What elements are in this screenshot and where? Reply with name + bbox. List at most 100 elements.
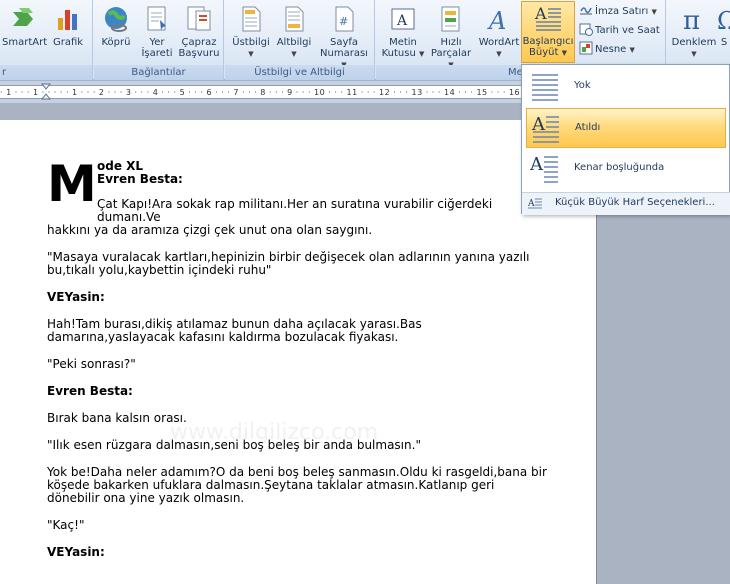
imza-label: İmza Satırı (595, 6, 649, 17)
horizontal-ruler[interactable]: · 1 · · · 1 · · · · · 1 · · · 2 · · · 3 … (0, 81, 540, 103)
svg-text:#: # (339, 15, 348, 28)
group-links: Köprü Yer İşareti Çapraz Başvuru Bağlant… (94, 0, 224, 80)
wordart-dropdown-caret-icon: ▼ (496, 50, 502, 58)
doc-para6: "Ilık esen rüzgara dalmasın,seni boş bel… (47, 438, 421, 452)
dropcap-option-yok-label: Yok (574, 80, 591, 91)
svg-text:A: A (487, 7, 506, 34)
indent-marker-icon[interactable] (41, 83, 51, 101)
ustbilgi-button[interactable]: Üstbilgi ▼ (229, 2, 273, 60)
altbilgi-button[interactable]: Altbilgi ▼ (273, 2, 315, 60)
ruler-scale: · 1 · · · 1 · · · · · 1 · · · 2 · · · 3 … (0, 85, 540, 99)
altbilgi-dropdown-caret-icon: ▼ (291, 50, 297, 58)
symbol-omega-icon: Ω (717, 7, 730, 34)
group-header-footer-label: Üstbilgi ve Altbilgi (225, 65, 374, 80)
smartart-icon (13, 8, 33, 26)
drop-cap-letter: M (47, 155, 97, 213)
yer-isareti-button[interactable]: Yer İşareti (138, 2, 176, 59)
hizli-parcalar-button[interactable]: Hızlı Parçalar ▼ (428, 2, 474, 71)
nesne-label: Nesne (595, 44, 627, 55)
ustbilgi-dropdown-caret-icon: ▼ (248, 50, 254, 58)
denklem-label: Denklem (671, 37, 717, 48)
dropcap-options-menu-item[interactable]: A Küçük Büyük Harf Seçenekleri... (522, 193, 730, 215)
svg-text:Ω: Ω (717, 7, 730, 34)
doc-para1-rest: hakkını ya da aramıza çizgi çek unut ona… (47, 223, 373, 237)
grafik-label: Grafik (52, 37, 84, 48)
wordart-icon: A (487, 7, 506, 34)
simge-label: S (720, 37, 728, 48)
denklem-button[interactable]: π Denklem ▼ (671, 2, 717, 60)
signature-line-icon (580, 7, 592, 15)
dropcap-option-kenar-label: Kenar boşluğunda (574, 162, 665, 173)
drop-cap-gallery: Yok A Atıldı A Kenar boşluğunda A Küçük … (521, 64, 730, 215)
capraz-basvuru-button[interactable]: Çapraz Başvuru (178, 2, 220, 59)
baslangici-buyut-button[interactable]: A Başlangıcı Büyüt ▼ (521, 1, 575, 63)
denklem-dropdown-caret-icon: ▼ (691, 50, 697, 58)
baslangic-label-2: Büyüt (529, 47, 559, 58)
text-box-icon: A (391, 8, 415, 30)
dropcap-none-icon (532, 74, 558, 101)
doc-para1-first: Çat Kapı!Ara sokak rap militanı.Her an s… (97, 197, 493, 224)
smartart-button[interactable]: SmartArt (2, 2, 47, 48)
grafik-button[interactable]: Grafik (48, 2, 88, 48)
metin-label-2: Kutusu (381, 48, 416, 59)
capraz-label-1: Çapraz (181, 37, 217, 48)
dropcap-options-icon: A (528, 198, 542, 209)
imza-satiri-button[interactable]: İmza Satırı ▼ (579, 3, 657, 20)
nesne-button[interactable]: Nesne ▼ (579, 41, 635, 58)
hizli-label-1: Hızlı (440, 37, 462, 48)
footer-icon (285, 6, 304, 32)
tarih-ve-saat-button[interactable]: Tarih ve Saat (579, 22, 660, 39)
doc-heading-evren: Evren Besta: (47, 384, 133, 398)
yer-isareti-label-2: İşareti (141, 48, 173, 59)
metin-dropdown-caret-icon: ▼ (419, 50, 425, 58)
imza-dropdown-caret-icon: ▼ (651, 8, 657, 16)
sayfa-numarasi-button[interactable]: # Sayfa Numarası ▼ (317, 2, 371, 71)
wordart-button[interactable]: A WordArt ▼ (476, 2, 522, 60)
bookmark-icon (147, 6, 166, 31)
metin-kutusu-button[interactable]: A Metin Kutusu ▼ (380, 2, 426, 60)
hizli-label-2: Parçalar (430, 48, 472, 59)
equation-pi-icon: π (683, 6, 700, 34)
doc-heading-veyasin-1: VEYasin: (47, 290, 105, 304)
svg-text:A: A (534, 4, 547, 23)
dropcap-option-yok[interactable]: Yok (526, 67, 726, 107)
sayfa-label-2: Numarası (320, 48, 368, 59)
doc-para7: Yok be!Daha neler adamım?O da beni boş b… (47, 465, 547, 505)
altbilgi-label: Altbilgi (276, 37, 312, 48)
header-icon (242, 6, 261, 32)
simge-button[interactable]: Ω S (717, 2, 730, 48)
ustbilgi-label: Üstbilgi (232, 37, 270, 48)
svg-text:A: A (530, 154, 544, 175)
baslangic-label-1: Başlangıcı (522, 36, 574, 47)
quick-parts-icon (441, 6, 460, 32)
kopru-label: Köprü (101, 37, 131, 48)
object-icon (579, 41, 593, 55)
tarih-label: Tarih ve Saat (595, 25, 660, 36)
dropcap-dropped-icon: A (531, 114, 559, 143)
nesne-dropdown-caret-icon: ▼ (629, 46, 635, 54)
kopru-button[interactable]: Köprü (98, 2, 134, 48)
capraz-label-2: Başvuru (178, 48, 220, 59)
document-body[interactable]: M ode XL Evren Besta: Çat Kapı!Ara sokak… (47, 155, 547, 573)
dropcap-options-label: Küçük Büyük Harf Seçenekleri... (555, 197, 715, 208)
chart-icon (58, 10, 77, 30)
doc-heading-veyasin-2: VEYasin: (47, 545, 105, 559)
group-links-label: Bağlantılar (94, 65, 223, 80)
group-illustrations: SmartArt Grafik r (0, 0, 93, 80)
doc-para4: "Peki sonrası?" (47, 357, 136, 371)
metin-label-1: Metin (389, 37, 417, 48)
svg-text:A: A (396, 13, 408, 29)
group-illustrations-label: r (0, 65, 92, 80)
document-page[interactable]: www.dilgilizco.com M ode XL Evren Besta:… (0, 120, 597, 584)
dropcap-option-atildi[interactable]: A Atıldı (526, 108, 726, 148)
calendar-clock-icon (579, 23, 593, 36)
doc-para2: "Masaya vuralacak kartları,hepinizin bir… (47, 250, 530, 277)
cross-reference-icon (187, 6, 211, 31)
baslangic-dropdown-caret-icon: ▼ (561, 49, 567, 57)
dropcap-in-margin-icon: A (530, 154, 558, 183)
dropcap-option-kenar[interactable]: A Kenar boşluğunda (526, 149, 726, 189)
sayfa-label-1: Sayfa (329, 37, 359, 48)
wordart-label: WordArt (478, 37, 520, 48)
doc-line-2: Evren Besta: (97, 172, 183, 186)
group-header-footer: Üstbilgi ▼ Altbilgi ▼ # Sayfa Numarası ▼… (225, 0, 375, 80)
